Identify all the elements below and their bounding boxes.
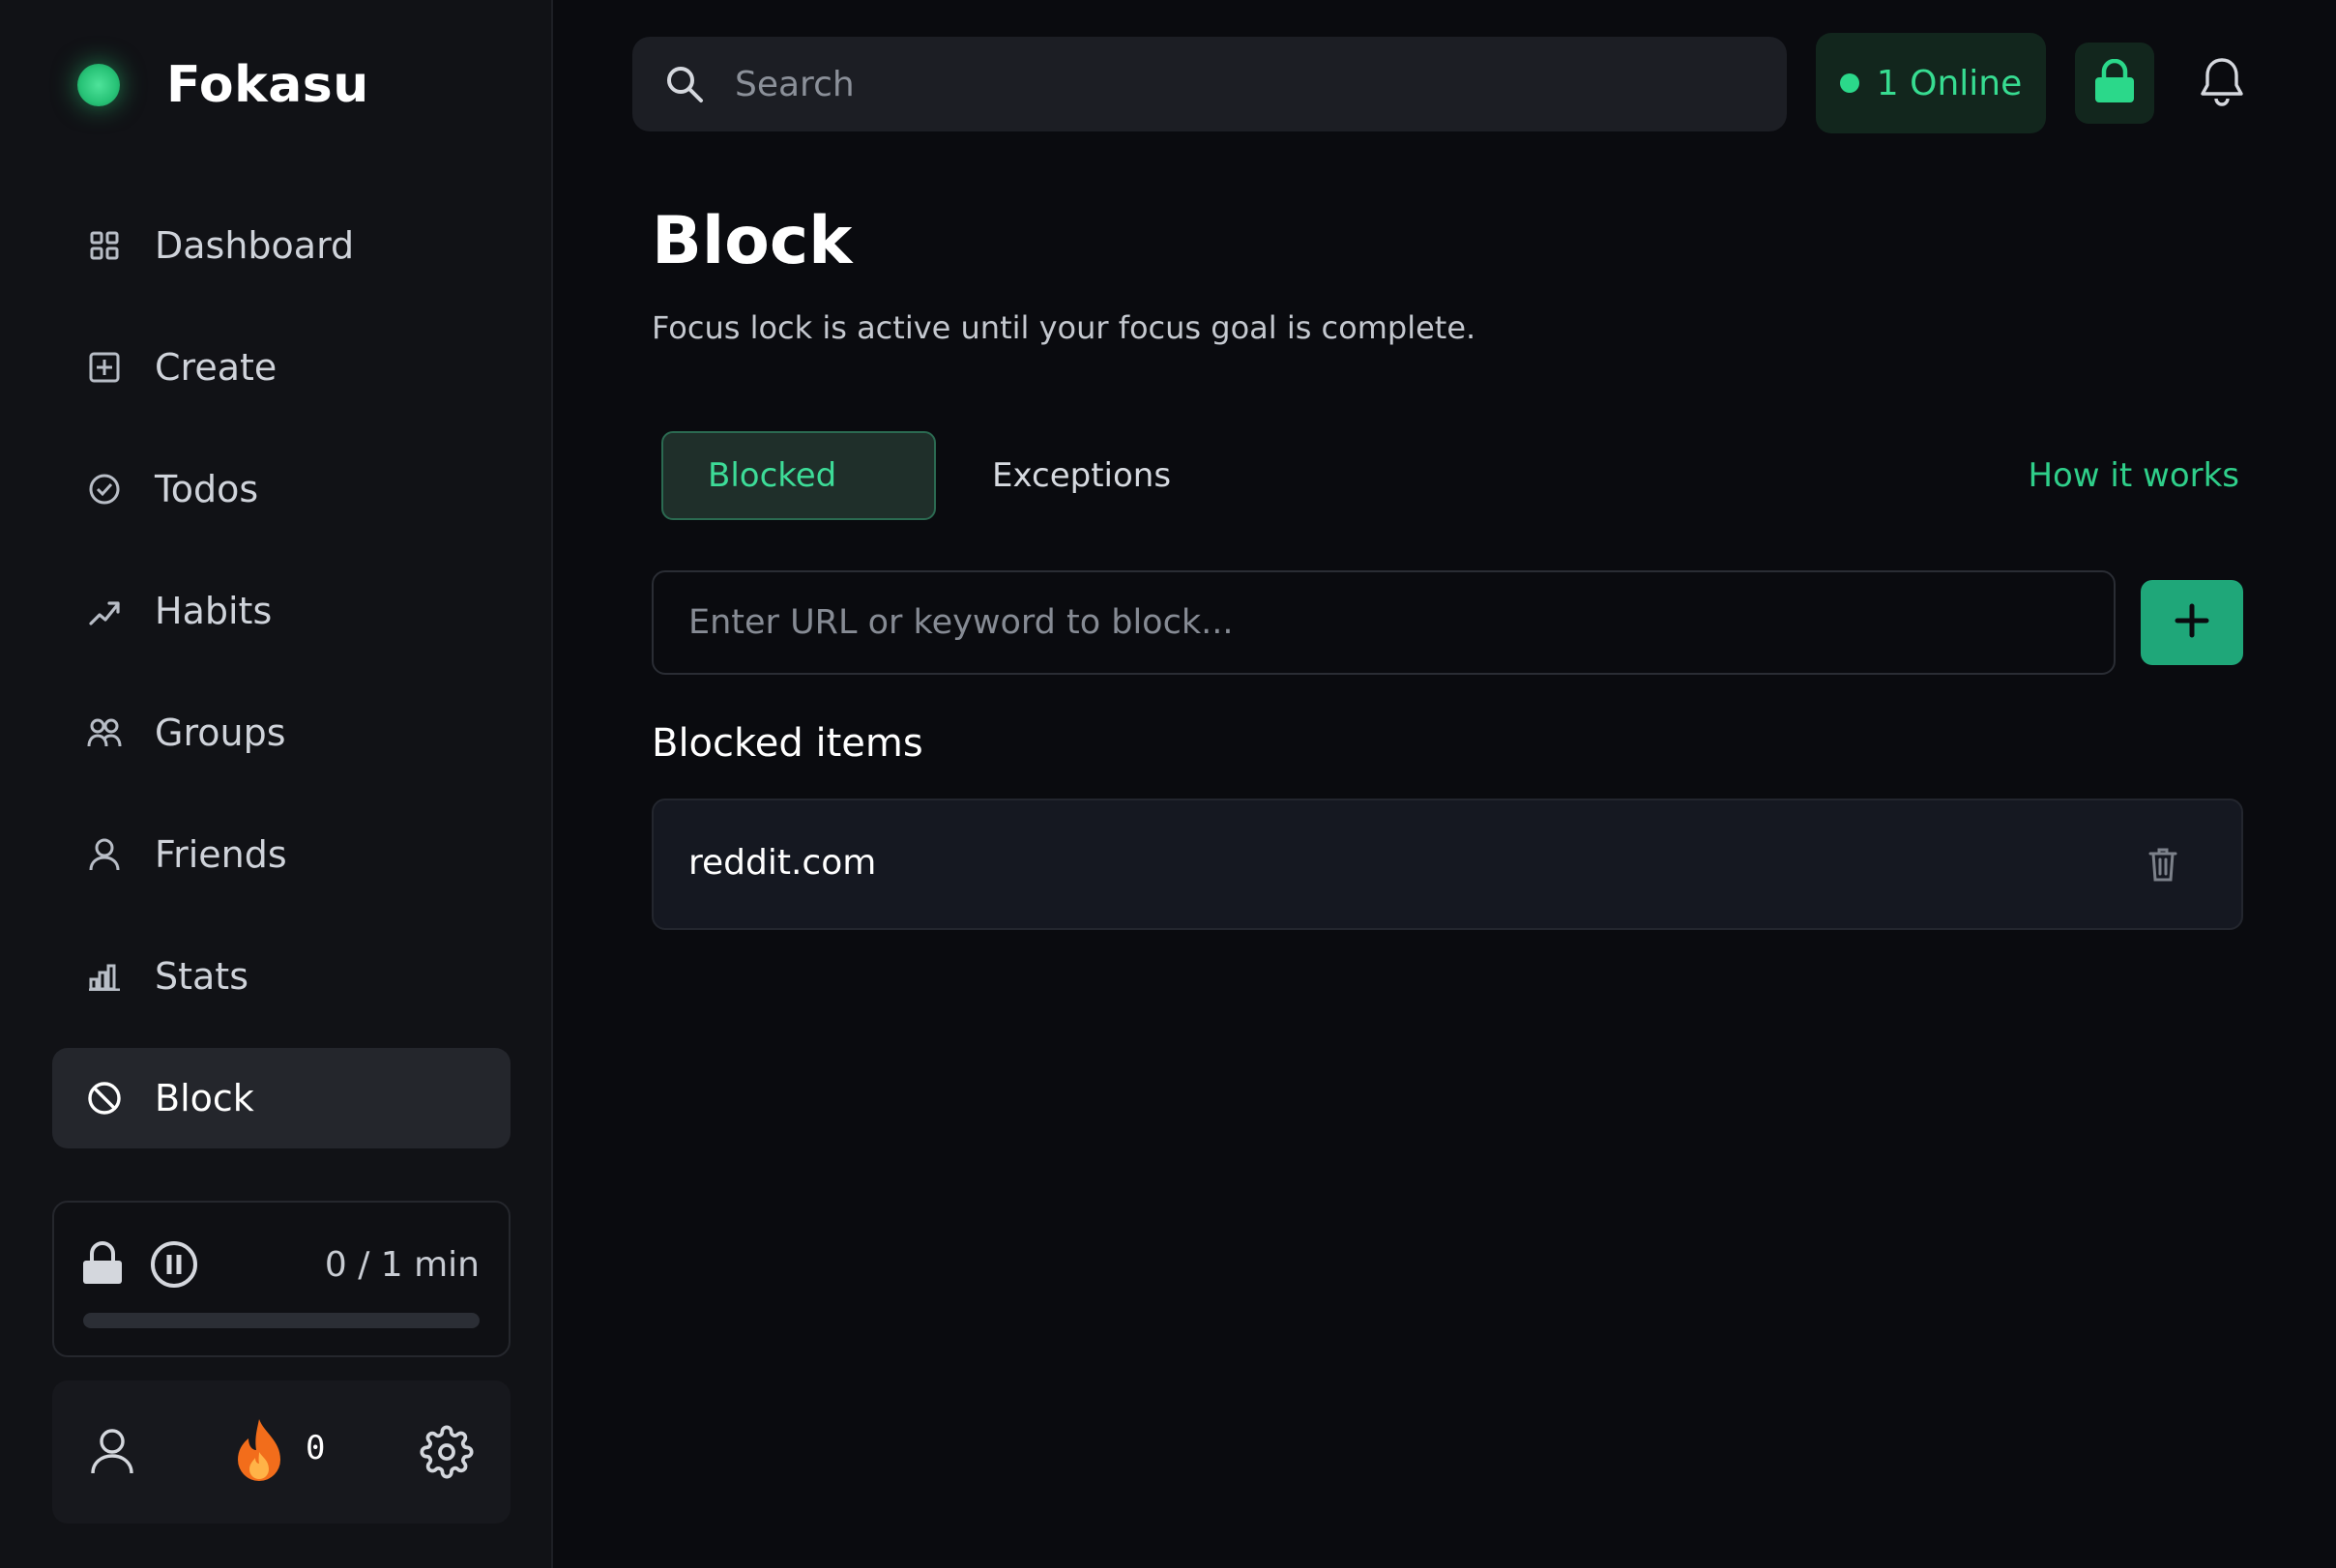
user-icon — [85, 835, 124, 874]
search-input[interactable] — [733, 63, 1704, 105]
check-circle-icon — [85, 470, 124, 508]
page-subtitle: Focus lock is active until your focus go… — [652, 309, 1476, 346]
online-status-badge[interactable]: 1 Online — [1816, 33, 2046, 133]
trash-icon[interactable] — [2148, 847, 2177, 886]
sidebar-item-stats[interactable]: Stats — [52, 926, 511, 1027]
sidebar-item-label: Todos — [155, 468, 259, 510]
bell-icon[interactable] — [2199, 56, 2245, 110]
block-url-input[interactable] — [652, 570, 2116, 675]
sidebar-item-label: Dashboard — [155, 224, 355, 267]
sidebar-item-label: Groups — [155, 711, 286, 754]
add-block-button[interactable] — [2141, 580, 2243, 665]
focus-time: 0 / 1 min — [324, 1245, 480, 1285]
blocked-item-row: reddit.com — [652, 799, 2243, 930]
plus-square-icon — [85, 348, 124, 387]
lock-icon — [2094, 58, 2135, 107]
sidebar-item-friends[interactable]: Friends — [52, 804, 511, 905]
sidebar-footer: 0 — [52, 1380, 511, 1524]
sidebar-item-block[interactable]: Block — [52, 1048, 511, 1148]
sidebar: Fokasu Dashboard Create Todos Habits Gro… — [0, 0, 553, 1568]
pause-icon[interactable] — [149, 1239, 199, 1293]
gear-icon[interactable] — [420, 1425, 474, 1483]
sidebar-item-label: Create — [155, 346, 277, 389]
sidebar-item-label: Habits — [155, 590, 273, 632]
sidebar-item-create[interactable]: Create — [52, 317, 511, 418]
search-icon — [665, 65, 704, 103]
brand[interactable]: Fokasu — [77, 56, 369, 114]
app-name: Fokasu — [166, 56, 369, 114]
block-icon — [85, 1079, 124, 1118]
fire-icon — [232, 1417, 286, 1489]
bar-chart-icon — [85, 957, 124, 996]
lock-icon[interactable] — [81, 1241, 124, 1290]
tab-exceptions[interactable]: Exceptions — [967, 431, 1218, 520]
streak-count: 0 — [306, 1429, 326, 1467]
sidebar-item-label: Stats — [155, 955, 249, 998]
plus-icon — [2174, 602, 2210, 643]
trend-icon — [85, 592, 124, 630]
grid-icon — [85, 226, 124, 265]
tab-blocked[interactable]: Blocked — [661, 431, 936, 520]
online-count: 1 Online — [1876, 63, 2023, 103]
sidebar-item-groups[interactable]: Groups — [52, 682, 511, 783]
page-title: Block — [652, 203, 853, 279]
sidebar-item-todos[interactable]: Todos — [52, 439, 511, 539]
sidebar-item-label: Friends — [155, 833, 287, 876]
focus-progress-bar — [83, 1313, 480, 1328]
online-dot — [1839, 73, 1859, 93]
focus-lock-button[interactable] — [2075, 43, 2154, 124]
profile-icon[interactable] — [89, 1427, 135, 1479]
search-bar[interactable] — [632, 37, 1787, 131]
logo-dot — [77, 64, 120, 106]
blocked-items-title: Blocked items — [652, 721, 923, 766]
sidebar-item-label: Block — [155, 1077, 254, 1119]
blocked-item-domain: reddit.com — [688, 843, 877, 883]
sidebar-item-dashboard[interactable]: Dashboard — [52, 195, 511, 296]
group-icon — [85, 713, 124, 752]
focus-progress-card: 0 / 1 min — [52, 1201, 511, 1357]
how-it-works-link[interactable]: How it works — [2028, 456, 2239, 495]
sidebar-item-habits[interactable]: Habits — [52, 561, 511, 661]
